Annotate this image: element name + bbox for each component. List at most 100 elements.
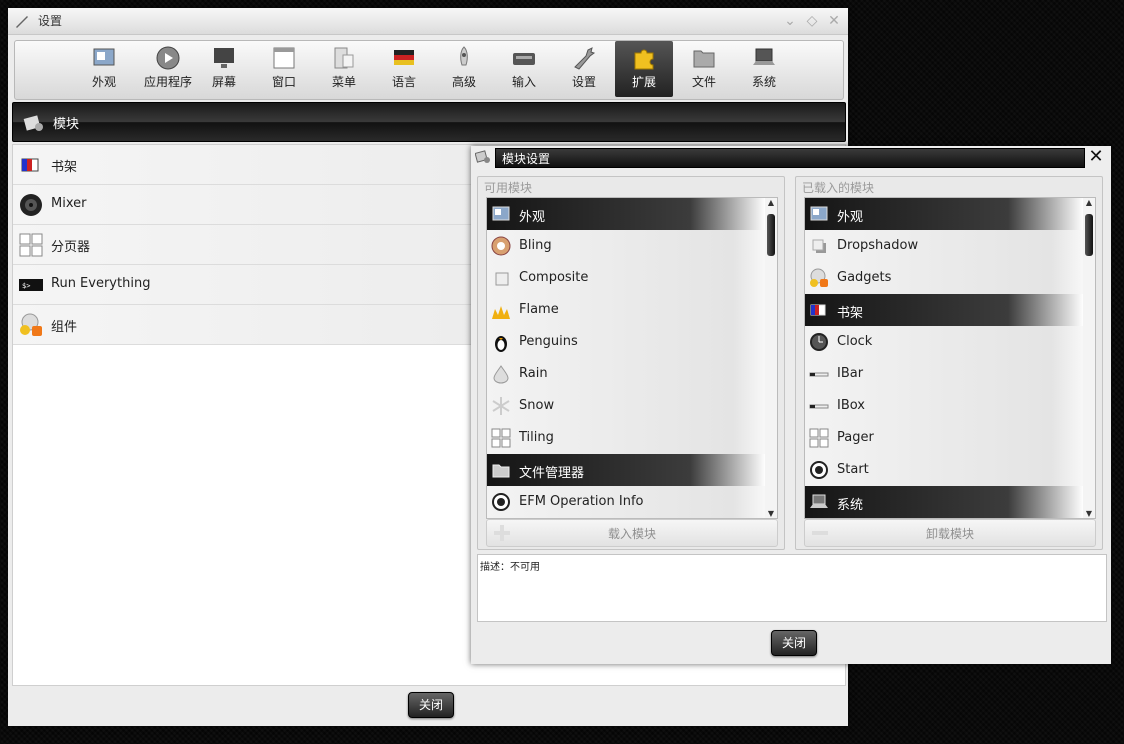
window-icon [273, 47, 295, 69]
list-item[interactable]: 文件管理器 [487, 454, 777, 486]
list-item[interactable]: Gadgets [805, 262, 1095, 294]
appearance-icon [810, 206, 828, 221]
menu-icon [334, 47, 354, 69]
applications-icon [156, 46, 180, 70]
input-keyboard-icon [513, 53, 535, 65]
rain-icon [493, 365, 509, 384]
scroll-down-icon[interactable]: ▼ [1083, 509, 1095, 518]
section-title: 模块 [53, 117, 80, 132]
loaded-modules-list: 外观 Dropshadow Gadgets 书架 Clock IBar IBox… [804, 197, 1096, 519]
svg-text:$>: $> [22, 282, 30, 290]
tab-input[interactable]: 输入 [495, 41, 553, 97]
tab-settings[interactable]: 设置 [555, 41, 613, 97]
list-item[interactable]: Bling [487, 230, 777, 262]
close-button[interactable]: 关闭 [408, 692, 455, 718]
list-item[interactable]: Snow [487, 390, 777, 422]
penguin-icon [495, 336, 507, 352]
dialog-close-button[interactable]: 关闭 [771, 630, 818, 656]
category-toolbar: 外观 应用程序 屏幕 窗口 菜单 语言 高级 输入 设置 扩展 文件 系统 [14, 40, 844, 100]
modules-icon [475, 150, 490, 163]
bling-icon [491, 236, 511, 256]
dialog-title: 模块设置 [502, 152, 551, 166]
folder-icon [693, 50, 715, 68]
scroll-down-icon[interactable]: ▼ [765, 509, 777, 518]
settings-titlebar[interactable]: 设置 ⌄ ◇ ✕ [8, 8, 848, 35]
available-modules-list: 外观 Bling Composite Flame Penguins Rain S… [486, 197, 778, 519]
rocket-icon [460, 46, 468, 66]
list-item[interactable]: EFM Operation Info [487, 486, 777, 518]
speaker-icon [20, 194, 42, 216]
list-item[interactable]: Clock [805, 326, 1095, 358]
scroll-up-icon[interactable]: ▲ [1083, 198, 1095, 207]
efm-info-icon [492, 493, 510, 511]
description-box: 描述：不可用 [477, 554, 1107, 622]
puzzle-icon [634, 49, 654, 70]
available-modules-panel: 可用模块 外观 Bling Composite Flame Penguins R… [477, 176, 785, 550]
start-icon [810, 461, 828, 479]
close-icon[interactable]: ✕ [1087, 148, 1105, 166]
tab-system[interactable]: 系统 [735, 41, 793, 97]
flame-icon [492, 306, 510, 319]
loaded-scrollbar[interactable]: ▲ ▼ [1083, 198, 1095, 518]
snow-icon [492, 397, 510, 415]
screen-icon [214, 48, 234, 68]
laptop-icon [810, 494, 828, 508]
ibar-icon [809, 372, 829, 377]
window-title: 设置 [38, 14, 63, 28]
list-item[interactable]: 外观 [487, 198, 777, 230]
language-flag-icon [394, 50, 414, 65]
appearance-icon [93, 48, 115, 66]
list-item[interactable]: Pager [805, 422, 1095, 454]
list-item[interactable]: Rain [487, 358, 777, 390]
list-item[interactable]: Composite [487, 262, 777, 294]
tiling-icon [491, 428, 511, 448]
tab-files[interactable]: 文件 [675, 41, 733, 97]
folder-icon [492, 464, 510, 478]
modules-section-header: 模块 [12, 102, 846, 142]
tab-applications[interactable]: 应用程序 [135, 41, 201, 97]
load-module-button[interactable]: 载入模块 [486, 519, 778, 547]
wrench-icon [16, 16, 28, 28]
shelf-icon [810, 304, 826, 316]
list-item[interactable]: IBar [805, 358, 1095, 390]
list-item[interactable]: 书架 [805, 294, 1095, 326]
minimize-icon[interactable]: ⌄ [782, 13, 798, 29]
modules-icon [23, 115, 43, 131]
scroll-up-icon[interactable]: ▲ [765, 198, 777, 207]
module-settings-dialog: 模块设置 ✕ 可用模块 外观 Bling Composite Flame Pen… [471, 146, 1111, 664]
pager-icon [19, 233, 43, 257]
list-item[interactable]: Penguins [487, 326, 777, 358]
tab-advanced[interactable]: 高级 [435, 41, 493, 97]
tab-menu[interactable]: 菜单 [315, 41, 373, 97]
gadgets-icon [20, 313, 42, 336]
tab-extensions[interactable]: 扩展 [615, 41, 673, 97]
pager-icon [809, 428, 829, 448]
laptop-icon [753, 48, 775, 65]
description-text: 描述：不可用 [480, 562, 540, 573]
shelf-icon [21, 158, 39, 172]
tab-window[interactable]: 窗口 [255, 41, 313, 97]
available-scrollbar[interactable]: ▲ ▼ [765, 198, 777, 518]
unload-module-button[interactable]: 卸载模块 [804, 519, 1096, 547]
list-item[interactable]: 外观 [805, 198, 1095, 230]
list-item[interactable]: Tiling [487, 422, 777, 454]
list-item[interactable]: Flame [487, 294, 777, 326]
gadgets-icon [810, 268, 828, 287]
list-item[interactable]: 系统 [805, 486, 1095, 518]
maximize-icon[interactable]: ◇ [804, 13, 820, 29]
appearance-icon [492, 206, 510, 221]
wrench-icon [574, 47, 596, 70]
list-item[interactable]: Dropshadow [805, 230, 1095, 262]
tab-appearance[interactable]: 外观 [75, 41, 133, 97]
dropshadow-icon [812, 239, 826, 253]
composite-icon [495, 272, 509, 286]
list-item[interactable]: Start [805, 454, 1095, 486]
ibox-icon [809, 404, 829, 409]
list-item[interactable]: IBox [805, 390, 1095, 422]
terminal-icon: $> [19, 279, 43, 291]
tab-language[interactable]: 语言 [375, 41, 433, 97]
clock-icon [810, 333, 828, 351]
dialog-titlebar[interactable]: 模块设置 ✕ [471, 146, 1111, 170]
close-icon[interactable]: ✕ [826, 13, 842, 29]
tab-screen[interactable]: 屏幕 [195, 41, 253, 97]
